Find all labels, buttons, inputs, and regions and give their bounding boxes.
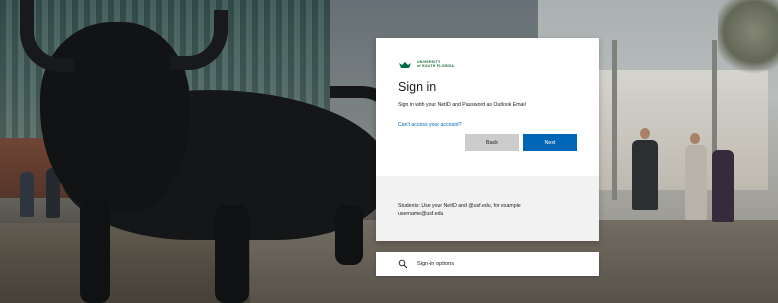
key-search-icon	[398, 259, 408, 269]
sign-in-card: UNIVERSITY of SOUTH FLORIDA Sign in Sign…	[376, 38, 599, 241]
usf-bull-logo-icon	[398, 61, 412, 69]
page-title: Sign in	[398, 80, 437, 94]
back-button[interactable]: Back	[465, 134, 519, 151]
logo-line-2: of SOUTH FLORIDA	[417, 64, 455, 68]
sign-in-options-button[interactable]: Sign-in options	[376, 252, 599, 276]
hint-line-2: username@usf.edu	[398, 211, 444, 217]
hint-line-1: Students: Use your NetID and @usf.edu, f…	[398, 203, 521, 209]
sign-in-hint: Students: Use your NetID and @usf.edu, f…	[376, 176, 599, 241]
sign-in-options-label: Sign-in options	[417, 261, 455, 267]
sign-in-description: Sign in with your NetID and Password as …	[398, 102, 526, 108]
sign-in-card-main: UNIVERSITY of SOUTH FLORIDA Sign in Sign…	[376, 38, 599, 176]
usf-logo: UNIVERSITY of SOUTH FLORIDA	[398, 60, 577, 70]
cant-access-account-link[interactable]: Can't access your account?	[398, 122, 577, 128]
button-row: Back Next	[398, 134, 577, 151]
sign-in-page: UNIVERSITY of SOUTH FLORIDA Sign in Sign…	[0, 0, 778, 303]
next-button[interactable]: Next	[523, 134, 577, 151]
logo-text: UNIVERSITY of SOUTH FLORIDA	[417, 60, 455, 69]
